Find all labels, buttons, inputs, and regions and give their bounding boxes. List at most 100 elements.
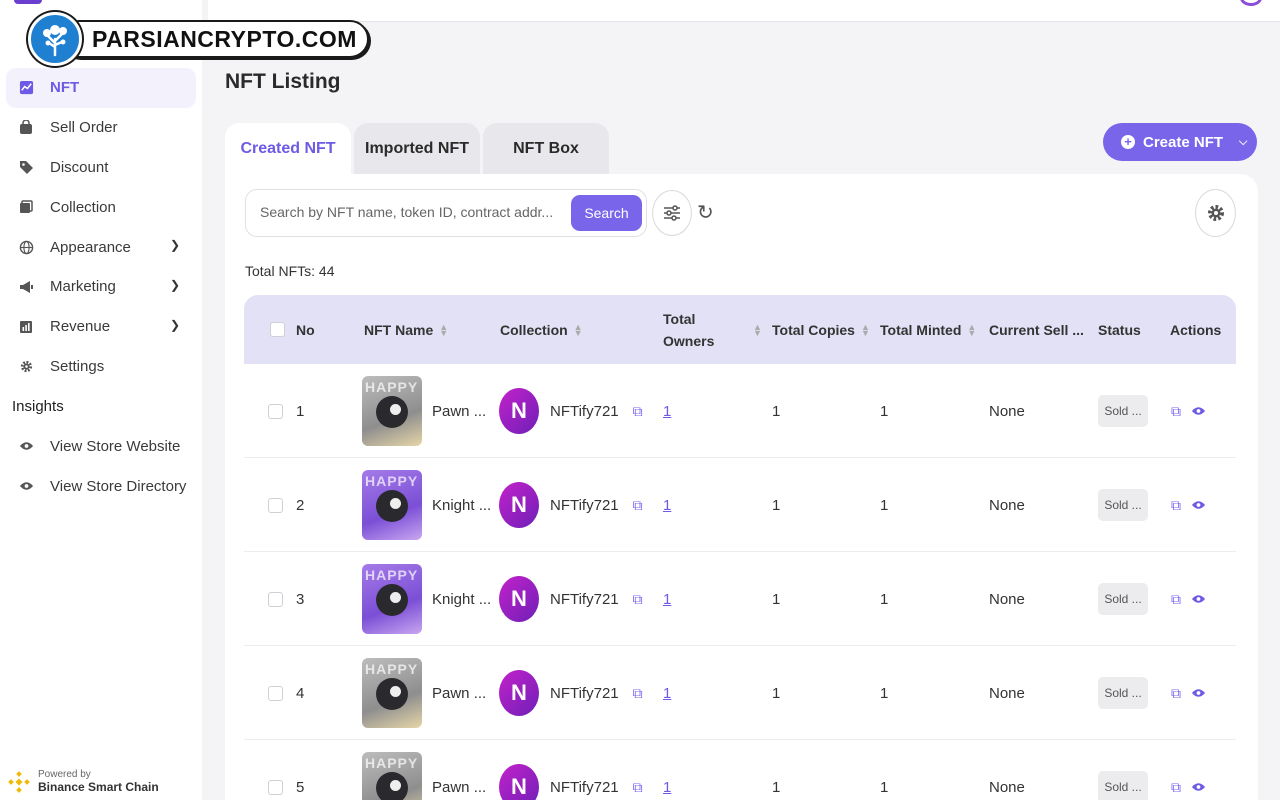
total-copies: 1 (772, 496, 781, 514)
row-no: 4 (296, 684, 305, 702)
header-collection[interactable]: Collection ▲ ▼ (500, 295, 583, 364)
header-nft-name[interactable]: NFT Name ▲ ▼ (364, 295, 448, 364)
total-owners-link[interactable]: 1 (663, 591, 671, 608)
edit-icon[interactable]: ⧉ (1171, 497, 1181, 514)
edit-icon[interactable]: ⧉ (1171, 779, 1181, 796)
header-total-owners[interactable]: Total Owners (663, 295, 714, 364)
refresh-icon[interactable]: ↻ (697, 200, 714, 225)
external-link-icon[interactable]: ⧉ (633, 591, 643, 608)
create-nft-button[interactable]: + Create NFT ⌵ (1103, 123, 1257, 161)
eye-icon[interactable] (1191, 780, 1206, 795)
thumbnail-figure (376, 584, 408, 616)
sidebar-item-label: Revenue (50, 318, 111, 336)
table-body: 1 HAPPY Pawn ... N NFTify721 ⧉ 1 1 1 Non… (244, 364, 1236, 800)
chevron-down-icon[interactable]: ❯ (170, 318, 180, 332)
tab-created-nft[interactable]: Created NFT (225, 123, 351, 175)
total-minted: 1 (880, 778, 889, 796)
total-owners-link[interactable]: 1 (663, 497, 671, 514)
watermark: PARSIANCRYPTO.COM (28, 12, 369, 66)
collection-name: NFTify721 (550, 496, 619, 514)
total-minted: 1 (880, 496, 889, 514)
header-total-minted[interactable]: Total Minted ▲ ▼ (880, 295, 976, 364)
sidebar-item-appearance[interactable]: Appearance ❯ (6, 227, 196, 267)
header-nft-name-label: NFT Name (364, 321, 434, 338)
sort-icon[interactable]: ▲ ▼ (753, 322, 762, 337)
row-checkbox[interactable] (268, 497, 283, 513)
current-sell: None (989, 496, 1025, 514)
header-total-copies[interactable]: Total Copies ▲ ▼ (772, 295, 870, 364)
edit-icon[interactable]: ⧉ (1171, 591, 1181, 608)
sidebar-item-settings[interactable]: Settings (6, 347, 196, 387)
status-badge: Sold ... (1098, 489, 1148, 521)
edit-icon[interactable]: ⧉ (1171, 403, 1181, 420)
eye-icon[interactable] (1191, 498, 1206, 513)
chevron-down-icon[interactable]: ❯ (170, 238, 180, 252)
page-title: NFT Listing (225, 70, 341, 93)
header-status: Status (1098, 321, 1141, 338)
external-link-icon[interactable]: ⧉ (633, 497, 643, 514)
external-link-icon[interactable]: ⧉ (633, 403, 643, 420)
chevron-down-icon[interactable]: ❯ (170, 278, 180, 292)
nft-cell[interactable]: HAPPY Knight ... (362, 552, 491, 646)
collection-cell[interactable]: N NFTify721 ⧉ (499, 552, 643, 646)
edit-icon[interactable]: ⧉ (1171, 685, 1181, 702)
row-checkbox[interactable] (268, 403, 283, 419)
select-all-checkbox[interactable] (270, 322, 285, 337)
eye-icon[interactable] (1191, 404, 1206, 419)
sidebar-item-discount[interactable]: Discount (6, 148, 196, 188)
nft-thumbnail: HAPPY (362, 376, 422, 446)
total-minted: 1 (880, 590, 889, 608)
sidebar-item-view-store-website[interactable]: View Store Website (6, 426, 196, 466)
total-owners-link[interactable]: 1 (663, 403, 671, 420)
plus-icon: + (1121, 135, 1135, 149)
watermark-tree-icon (28, 12, 82, 66)
globe-icon (18, 239, 34, 255)
nft-cell[interactable]: HAPPY Pawn ... (362, 364, 486, 458)
total-owners-link[interactable]: 1 (663, 779, 671, 796)
megaphone-icon (18, 279, 34, 295)
nft-name: Pawn ... (432, 402, 487, 420)
collection-cell[interactable]: N NFTify721 ⧉ (499, 458, 643, 552)
sidebar-item-view-store-directory[interactable]: View Store Directory (6, 466, 196, 506)
avatar[interactable] (1240, 0, 1262, 6)
tab-imported-nft[interactable]: Imported NFT (354, 123, 480, 175)
sidebar-item-revenue[interactable]: Revenue ❯ (6, 307, 196, 347)
sidebar-item-sell-order[interactable]: Sell Order (6, 108, 196, 148)
nft-thumbnail: HAPPY (362, 658, 422, 728)
nft-cell[interactable]: HAPPY Pawn ... (362, 646, 486, 740)
sidebar-item-marketing[interactable]: Marketing ❯ (6, 267, 196, 307)
nft-cell[interactable]: HAPPY Knight ... (362, 458, 491, 552)
tab-nft-box[interactable]: NFT Box (483, 123, 609, 175)
collection-cell[interactable]: N NFTify721 ⧉ (499, 740, 643, 800)
eye-icon[interactable] (1191, 686, 1206, 701)
sidebar-item-collection[interactable]: Collection (6, 187, 196, 227)
thumbnail-text: HAPPY (365, 755, 419, 771)
sidebar-item-nft[interactable]: NFT (6, 68, 196, 108)
collection-logo: N (499, 388, 539, 434)
table-settings-button[interactable] (1195, 189, 1236, 237)
sliders-icon (664, 205, 680, 221)
sidebar-item-label: Settings (50, 357, 105, 375)
search-button[interactable]: Search (571, 195, 642, 231)
app-logo[interactable] (14, 0, 42, 4)
row-checkbox[interactable] (268, 685, 283, 701)
external-link-icon[interactable]: ⧉ (633, 685, 643, 702)
collection-name: NFTify721 (550, 778, 619, 796)
collection-cell[interactable]: N NFTify721 ⧉ (499, 646, 643, 740)
row-checkbox[interactable] (268, 779, 283, 795)
total-owners-link[interactable]: 1 (663, 685, 671, 702)
eye-icon (18, 438, 34, 454)
search-input[interactable] (260, 204, 560, 220)
status-badge: Sold ... (1098, 395, 1148, 427)
external-link-icon[interactable]: ⧉ (633, 779, 643, 796)
nft-thumbnail: HAPPY (362, 752, 422, 800)
nft-table: No NFT Name ▲ ▼ Collection ▲ ▼ Total Owners … (244, 295, 1236, 800)
filter-button[interactable] (652, 190, 692, 236)
sort-icon: ▲ ▼ (573, 321, 583, 338)
table-row: 1 HAPPY Pawn ... N NFTify721 ⧉ 1 1 1 Non… (244, 364, 1236, 458)
collection-cell[interactable]: N NFTify721 ⧉ (499, 364, 643, 458)
nft-cell[interactable]: HAPPY Pawn ... (362, 740, 486, 800)
watermark-text: PARSIANCRYPTO.COM (60, 20, 369, 58)
row-checkbox[interactable] (268, 591, 283, 607)
eye-icon[interactable] (1191, 592, 1206, 607)
